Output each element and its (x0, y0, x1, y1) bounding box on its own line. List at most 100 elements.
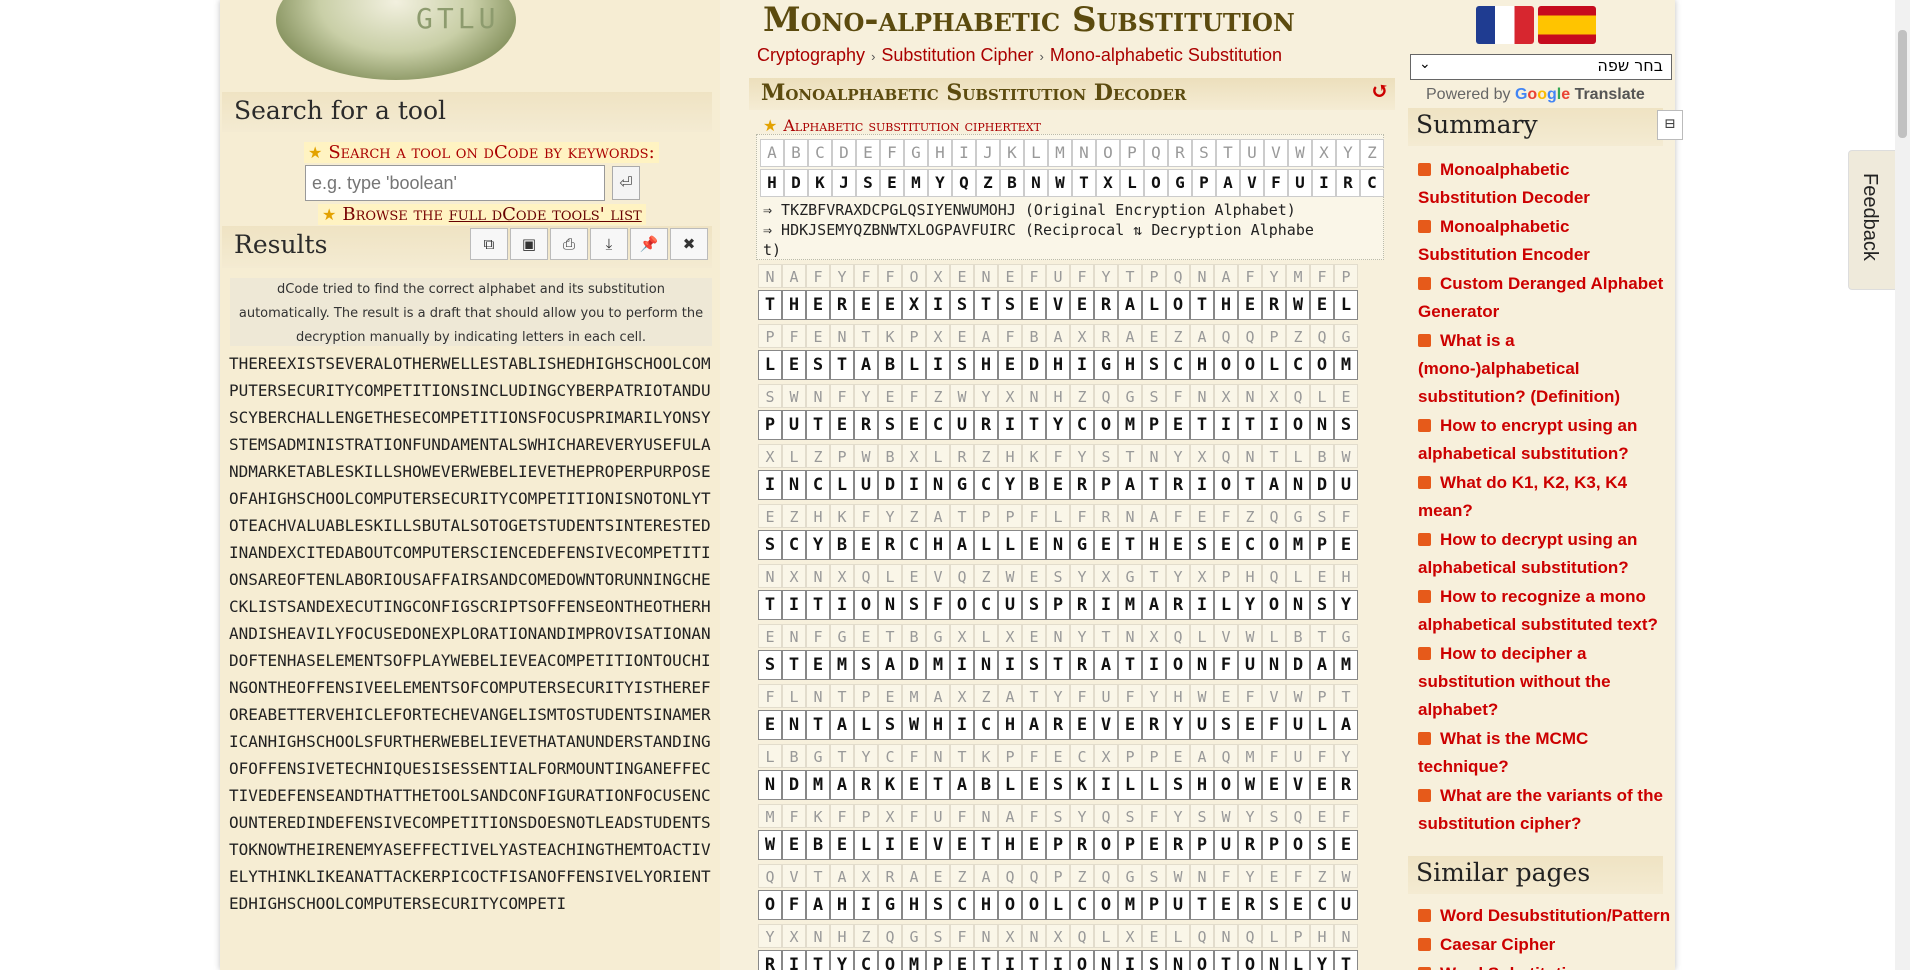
plain-cell-input[interactable]: E (1070, 290, 1094, 320)
plain-cell-input[interactable]: E (1022, 530, 1046, 560)
plain-cell-input[interactable]: P (1310, 530, 1334, 560)
plain-cell-input[interactable]: E (1214, 890, 1238, 920)
plain-cell-input[interactable]: H (782, 290, 806, 320)
plain-cell-input[interactable]: I (854, 890, 878, 920)
plain-cell-input[interactable]: U (782, 410, 806, 440)
plain-cell-input[interactable]: R (1238, 830, 1262, 860)
similar-page-link[interactable]: Word Substitution (1418, 960, 1678, 970)
summary-link[interactable]: What do K1, K2, K3, K4 mean? (1418, 469, 1668, 525)
plain-cell-input[interactable]: L (1334, 290, 1358, 320)
plain-cell-input[interactable]: V (1286, 770, 1310, 800)
plain-cell-input[interactable]: L (1118, 770, 1142, 800)
plain-cell-input[interactable]: I (998, 650, 1022, 680)
cipher-alphabet-cell-j[interactable]: J (832, 169, 856, 197)
plain-cell-input[interactable]: L (1142, 770, 1166, 800)
plain-cell-input[interactable]: P (926, 950, 950, 970)
plain-cell-input[interactable]: E (950, 830, 974, 860)
plain-cell-input[interactable]: H (1214, 290, 1238, 320)
plain-cell-input[interactable]: U (1334, 890, 1358, 920)
cipher-alphabet-cell-k[interactable]: K (808, 169, 832, 197)
plain-cell-input[interactable]: T (974, 830, 998, 860)
plain-cell-input[interactable]: E (1334, 530, 1358, 560)
plain-cell-input[interactable]: O (1214, 350, 1238, 380)
plain-cell-input[interactable]: G (1094, 350, 1118, 380)
powered-by-google-translate[interactable]: Powered by Google Translate (1426, 86, 1645, 104)
plain-cell-input[interactable]: A (1142, 590, 1166, 620)
plain-cell-input[interactable]: S (998, 290, 1022, 320)
plain-cell-input[interactable]: I (1190, 590, 1214, 620)
plain-cell-input[interactable]: I (758, 470, 782, 500)
plain-cell-input[interactable]: Y (830, 950, 854, 970)
plain-cell-input[interactable]: O (1310, 350, 1334, 380)
plain-cell-input[interactable]: G (1070, 530, 1094, 560)
plain-cell-input[interactable]: E (1310, 290, 1334, 320)
collapse-icon[interactable]: ⊟ (1657, 110, 1683, 140)
plain-cell-input[interactable]: I (1046, 950, 1070, 970)
plain-cell-input[interactable]: U (950, 410, 974, 440)
plain-cell-input[interactable]: R (1334, 770, 1358, 800)
plain-cell-input[interactable]: C (1310, 890, 1334, 920)
plain-cell-input[interactable]: N (1286, 470, 1310, 500)
plain-cell-input[interactable]: P (1190, 830, 1214, 860)
breadcrumb-cryptography[interactable]: Cryptography (757, 45, 865, 65)
plain-cell-input[interactable]: E (1262, 770, 1286, 800)
plain-cell-input[interactable]: E (782, 830, 806, 860)
plain-cell-input[interactable]: R (878, 530, 902, 560)
plain-cell-input[interactable]: Y (806, 530, 830, 560)
plain-cell-input[interactable]: L (998, 770, 1022, 800)
plain-cell-input[interactable]: T (974, 950, 998, 970)
plain-cell-input[interactable]: R (1238, 890, 1262, 920)
plain-cell-input[interactable]: S (806, 350, 830, 380)
plain-cell-input[interactable]: O (950, 590, 974, 620)
plain-cell-input[interactable]: M (1118, 590, 1142, 620)
plain-cell-input[interactable]: S (950, 350, 974, 380)
plain-cell-input[interactable]: O (1214, 770, 1238, 800)
plain-cell-input[interactable]: S (878, 410, 902, 440)
plain-cell-input[interactable]: I (998, 950, 1022, 970)
similar-page-link[interactable]: Caesar Cipher (1418, 931, 1678, 959)
plain-cell-input[interactable]: F (1262, 710, 1286, 740)
plain-cell-input[interactable]: E (1310, 770, 1334, 800)
plain-cell-input[interactable]: P (1142, 890, 1166, 920)
cipher-alphabet-cell-x[interactable]: X (1096, 169, 1120, 197)
plain-cell-input[interactable]: E (1046, 470, 1070, 500)
plain-cell-input[interactable]: Y (1310, 950, 1334, 970)
plain-cell-input[interactable]: E (1334, 830, 1358, 860)
plain-cell-input[interactable]: V (1094, 710, 1118, 740)
plain-cell-input[interactable]: I (902, 470, 926, 500)
plain-cell-input[interactable]: T (806, 590, 830, 620)
plain-cell-input[interactable]: A (878, 650, 902, 680)
plain-cell-input[interactable]: L (1286, 950, 1310, 970)
plain-cell-input[interactable]: N (758, 770, 782, 800)
plain-cell-input[interactable]: E (1022, 830, 1046, 860)
plain-cell-input[interactable]: D (782, 770, 806, 800)
plain-cell-input[interactable]: S (878, 710, 902, 740)
plain-cell-input[interactable]: V (1046, 290, 1070, 320)
plain-cell-input[interactable]: P (1142, 410, 1166, 440)
print-icon[interactable]: ⎙ (550, 228, 588, 260)
plain-cell-input[interactable]: O (854, 590, 878, 620)
plain-cell-input[interactable]: T (1238, 470, 1262, 500)
plain-cell-input[interactable]: D (1286, 650, 1310, 680)
plain-cell-input[interactable]: R (1142, 710, 1166, 740)
plain-cell-input[interactable]: T (1118, 530, 1142, 560)
plain-cell-input[interactable]: L (854, 710, 878, 740)
plain-cell-input[interactable]: A (1334, 710, 1358, 740)
plain-cell-input[interactable]: C (806, 470, 830, 500)
copy-icon[interactable]: ⧉ (470, 228, 508, 260)
plain-cell-input[interactable]: O (1262, 590, 1286, 620)
plain-cell-input[interactable]: A (830, 710, 854, 740)
plain-cell-input[interactable]: P (1262, 830, 1286, 860)
plain-cell-input[interactable]: T (758, 590, 782, 620)
plain-cell-input[interactable]: P (1118, 830, 1142, 860)
plain-cell-input[interactable]: N (974, 650, 998, 680)
plain-cell-input[interactable]: Y (1166, 710, 1190, 740)
plain-cell-input[interactable]: I (926, 350, 950, 380)
plain-cell-input[interactable]: S (1142, 350, 1166, 380)
plain-cell-input[interactable]: N (1166, 950, 1190, 970)
plain-cell-input[interactable]: D (1022, 350, 1046, 380)
plain-cell-input[interactable]: A (806, 890, 830, 920)
plain-cell-input[interactable]: L (1142, 290, 1166, 320)
plain-cell-input[interactable]: I (1118, 950, 1142, 970)
plain-cell-input[interactable]: M (1118, 410, 1142, 440)
